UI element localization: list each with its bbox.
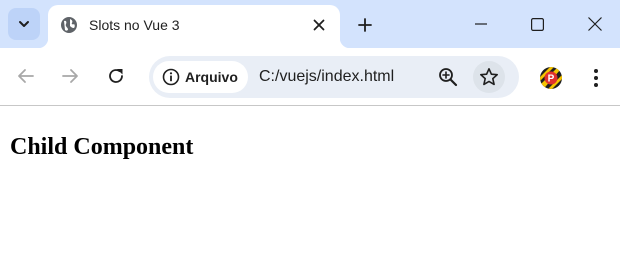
tab-title: Slots no Vue 3: [89, 17, 180, 33]
reload-icon: [109, 69, 123, 83]
profile-badge-letter: P: [548, 74, 555, 85]
back-button[interactable]: [11, 61, 41, 91]
tab-close-button[interactable]: [308, 14, 330, 36]
site-info-label: Arquivo: [185, 69, 238, 85]
forward-button[interactable]: [55, 61, 85, 91]
close-icon: [313, 19, 325, 31]
active-tab[interactable]: Slots no Vue 3: [38, 5, 350, 48]
arrow-right-icon: [62, 69, 78, 83]
minimize-icon: [475, 23, 487, 25]
arrow-left-icon: [18, 69, 34, 83]
reload-button[interactable]: [101, 61, 131, 91]
address-bar[interactable]: Arquivo C:/vuejs/index.html: [149, 56, 519, 98]
minimize-button[interactable]: [458, 0, 504, 48]
tab-search-button[interactable]: [8, 8, 40, 40]
bookmark-button[interactable]: [473, 61, 505, 93]
new-tab-button[interactable]: [352, 12, 378, 38]
tab-strip: Slots no Vue 3: [0, 0, 620, 48]
globe-icon: [61, 17, 77, 33]
browser-menu-button[interactable]: [584, 64, 608, 92]
chevron-down-icon: [19, 21, 29, 27]
star-icon: [480, 68, 498, 86]
url-text[interactable]: C:/vuejs/index.html: [259, 68, 394, 86]
page-heading: Child Component: [10, 134, 194, 160]
plus-icon: [358, 18, 372, 32]
info-icon: [162, 68, 180, 86]
page-viewport: Child Component: [0, 107, 620, 256]
profile-badge-icon[interactable]: P: [539, 66, 563, 90]
maximize-button[interactable]: [514, 0, 560, 48]
window-close-button[interactable]: [572, 0, 618, 48]
zoom-button[interactable]: [435, 64, 461, 90]
close-icon: [588, 17, 602, 31]
browser-toolbar: Arquivo C:/vuejs/index.html P: [0, 48, 620, 106]
more-vert-icon: [594, 69, 598, 87]
maximize-icon: [530, 17, 544, 31]
zoom-in-icon: [439, 68, 458, 87]
site-info-chip[interactable]: Arquivo: [153, 61, 248, 93]
